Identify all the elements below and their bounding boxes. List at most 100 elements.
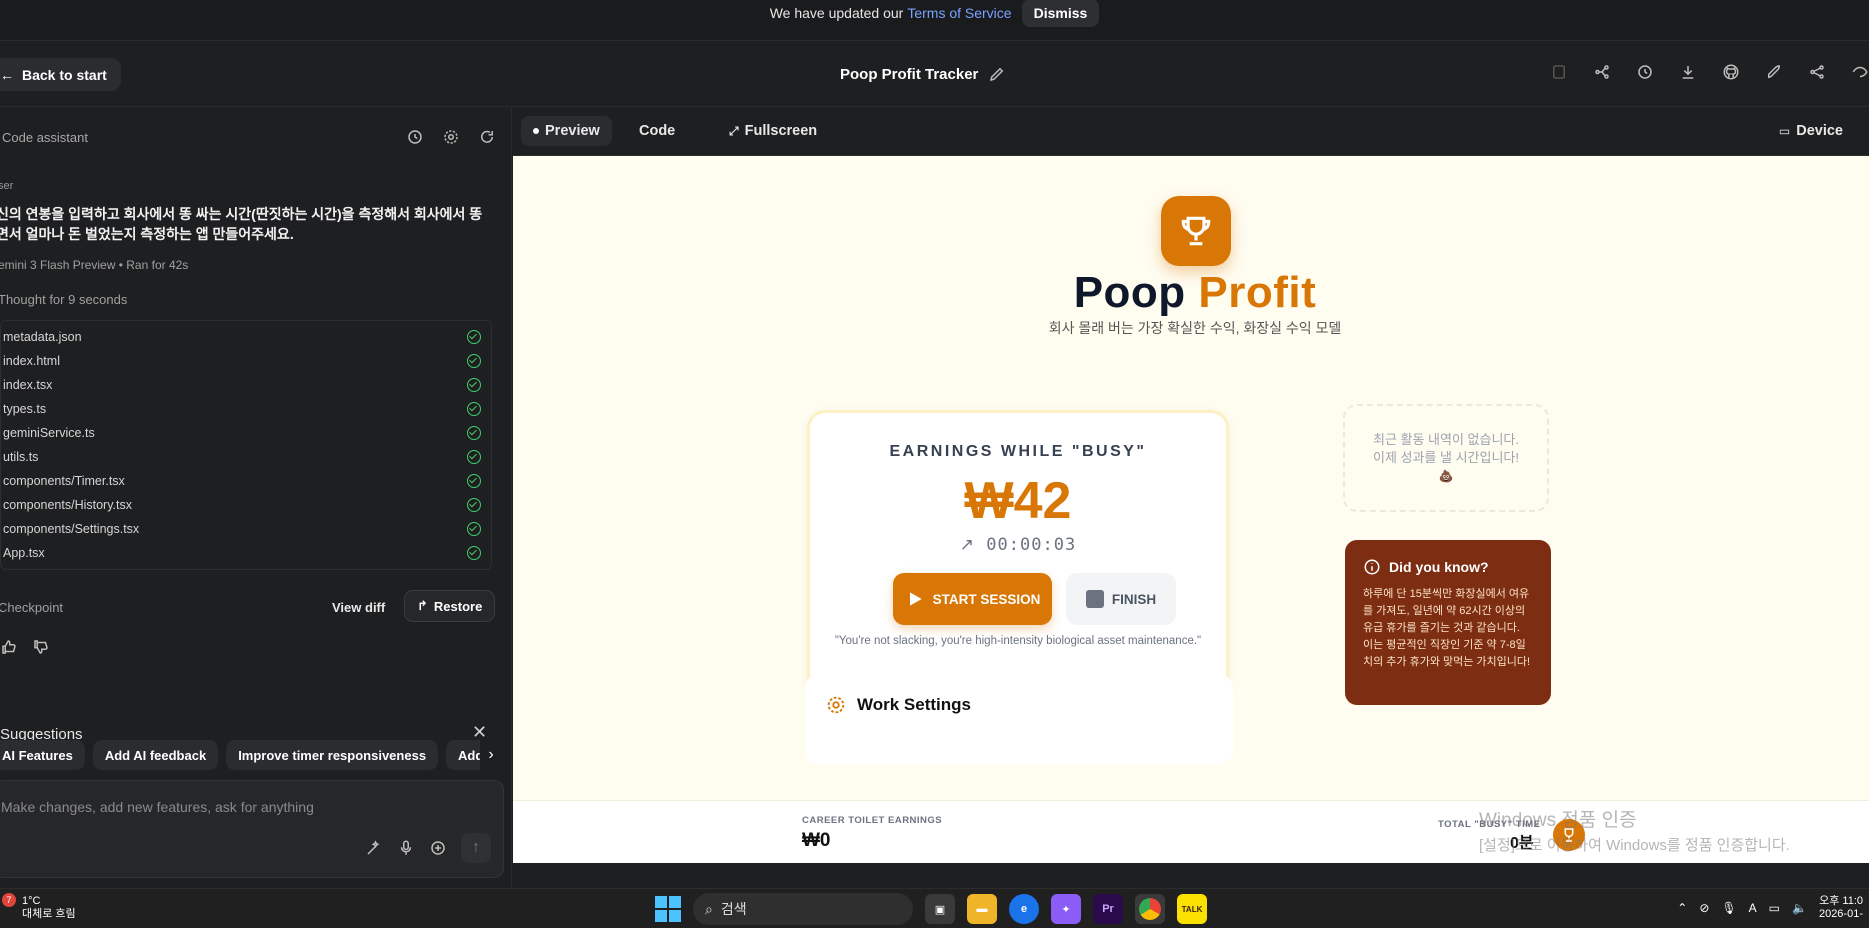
settings-gear-icon[interactable] <box>442 128 460 146</box>
chevron-up-icon[interactable]: ⌃ <box>1677 901 1687 915</box>
check-circle-icon <box>467 546 481 560</box>
file-row[interactable]: components/History.tsx <box>1 493 491 517</box>
clock[interactable]: 오후 11:0 2026-01- <box>1819 895 1863 921</box>
windows-activation-watermark-sub: [설정]으로 이동하여 Windows를 정품 인증합니다. <box>1479 837 1790 854</box>
file-name: index.tsx <box>3 378 53 392</box>
poop-emoji-icon: 💩 <box>1438 469 1454 483</box>
preview-tabs: Preview Code ⤢ Fullscreen ▭ Device <box>513 108 1869 156</box>
magic-wand-icon[interactable] <box>365 839 383 857</box>
microphone-icon[interactable] <box>397 839 415 857</box>
file-row[interactable]: index.tsx <box>1 373 491 397</box>
message-composer[interactable]: Make changes, add new features, ask for … <box>0 780 504 878</box>
copilot-icon[interactable]: ✦ <box>1051 894 1081 924</box>
download-icon[interactable] <box>1679 63 1697 81</box>
back-to-start-button[interactable]: ← Back to start <box>0 58 121 91</box>
terms-link[interactable]: Terms of Service <box>907 5 1011 21</box>
empty-line-1: 최근 활동 내역이 없습니다. <box>1372 432 1519 447</box>
thumbs-down-icon[interactable] <box>32 638 50 656</box>
suggestion-chip[interactable]: AI Features <box>0 740 85 770</box>
save-icon[interactable] <box>1550 63 1568 81</box>
volume-icon[interactable]: 🔈 <box>1792 901 1807 915</box>
work-settings-title: Work Settings <box>857 695 971 714</box>
branch-icon[interactable] <box>1593 63 1611 81</box>
device-button[interactable]: ▭ Device <box>1779 116 1843 146</box>
earnings-label: EARNINGS WHILE "BUSY" <box>889 443 1147 460</box>
file-row[interactable]: types.ts <box>1 397 491 421</box>
file-list: metadata.json index.html index.tsx types.ts… <box>0 320 492 570</box>
file-row[interactable]: utils.ts <box>1 445 491 469</box>
notification-badge: 7 <box>2 893 16 907</box>
file-name: components/Settings.tsx <box>3 522 140 536</box>
file-name: components/Timer.tsx <box>3 474 125 488</box>
restore-icon: ↱ <box>417 598 428 613</box>
thought-summary[interactable]: Thought for 9 seconds <box>0 292 127 307</box>
windows-start-icon[interactable] <box>655 896 681 922</box>
view-diff-button[interactable]: View diff <box>332 600 385 615</box>
model-name: emini 3 Flash Preview <box>0 258 116 272</box>
finish-label: FINISH <box>1111 591 1157 607</box>
trending-up-icon: ↗ <box>959 535 976 555</box>
work-settings-card: Work Settings <box>805 674 1233 764</box>
top-actions <box>1550 63 1869 81</box>
start-session-button[interactable]: START SESSION <box>893 573 1052 625</box>
tab-code[interactable]: Code <box>627 116 687 146</box>
history-icon[interactable] <box>406 128 424 146</box>
network-icon[interactable]: ⊘ <box>1699 901 1709 915</box>
active-dot <box>533 128 539 134</box>
display-icon[interactable]: ▭ <box>1769 901 1780 915</box>
thought-label: Thought for 9 seconds <box>0 292 128 307</box>
share-icon[interactable] <box>1808 63 1826 81</box>
check-circle-icon <box>467 426 481 440</box>
composer-placeholder[interactable]: Make changes, add new features, ask for … <box>1 799 314 815</box>
suggestion-chip[interactable]: Improve timer responsiveness <box>226 740 439 770</box>
file-row[interactable]: metadata.json <box>1 325 491 349</box>
project-title: Poop Profit Tracker <box>840 65 1006 83</box>
tab-preview[interactable]: Preview <box>521 116 612 146</box>
banner-text: We have updated our <box>769 5 904 21</box>
premiere-icon[interactable]: Pr <box>1093 894 1123 924</box>
file-row[interactable]: App.tsx <box>1 541 491 565</box>
earnings-card: EARNINGS WHILE "BUSY" ₩42 ↗ 00:00:03 STA… <box>807 410 1229 700</box>
system-tray: ⌃ ⊘ 🎙 A ▭ 🔈 오후 11:0 2026-01- <box>1677 895 1863 921</box>
add-circle-icon[interactable] <box>429 839 447 857</box>
tab-fullscreen-label: Fullscreen <box>744 123 818 139</box>
ime-indicator[interactable]: A <box>1749 901 1757 915</box>
file-name: index.html <box>3 354 60 368</box>
taskbar-apps: ⌕ 검색 ▣ ▬ e ✦ Pr TALK <box>655 893 1207 925</box>
info-icon <box>1364 559 1380 575</box>
finish-button[interactable]: FINISH <box>1066 573 1176 625</box>
file-row[interactable]: components/Settings.tsx <box>1 517 491 541</box>
visibility-off-icon[interactable] <box>1851 63 1869 81</box>
file-name: components/History.tsx <box>3 498 132 512</box>
did-you-know-header: Did you know? <box>1363 558 1533 576</box>
github-icon[interactable] <box>1722 63 1740 81</box>
chevron-right-icon[interactable]: › <box>480 740 502 770</box>
pencil-icon[interactable] <box>988 65 1006 83</box>
chrome-icon[interactable] <box>1135 894 1165 924</box>
device-label: Device <box>1796 123 1843 139</box>
feedback-buttons <box>0 638 50 656</box>
task-view-icon[interactable]: ▣ <box>925 894 955 924</box>
microphone-icon[interactable]: 🎙 <box>1721 901 1736 915</box>
restore-button[interactable]: ↱ Restore <box>404 590 496 622</box>
file-explorer-icon[interactable]: ▬ <box>967 894 997 924</box>
file-name: App.tsx <box>3 546 45 560</box>
suggestion-chip[interactable]: Add AI feedback <box>92 740 219 770</box>
file-row[interactable]: components/Timer.tsx <box>1 469 491 493</box>
refresh-icon[interactable] <box>478 128 496 146</box>
kakaotalk-icon[interactable]: TALK <box>1177 894 1207 924</box>
preview-panel: Preview Code ⤢ Fullscreen ▭ Device Poop … <box>513 108 1869 863</box>
send-button[interactable]: ↑ <box>461 833 491 863</box>
did-you-know-body: 하루에 단 15분씩만 화장실에서 여유를 가져도, 일년에 약 62시간 이상… <box>1363 588 1531 668</box>
weather-widget[interactable]: 1°C 대체로 흐림 <box>22 895 76 921</box>
thumbs-up-icon[interactable] <box>0 638 18 656</box>
history-icon[interactable] <box>1636 63 1654 81</box>
edge-browser-icon[interactable]: e <box>1009 894 1039 924</box>
file-row[interactable]: index.html <box>1 349 491 373</box>
tab-fullscreen[interactable]: ⤢ Fullscreen <box>717 116 829 146</box>
search-icon: ⌕ <box>705 900 713 917</box>
dismiss-button[interactable]: Dismiss <box>1021 0 1100 27</box>
taskbar-search[interactable]: ⌕ 검색 <box>693 893 913 925</box>
rocket-icon[interactable] <box>1765 63 1783 81</box>
file-row[interactable]: geminiService.ts <box>1 421 491 445</box>
